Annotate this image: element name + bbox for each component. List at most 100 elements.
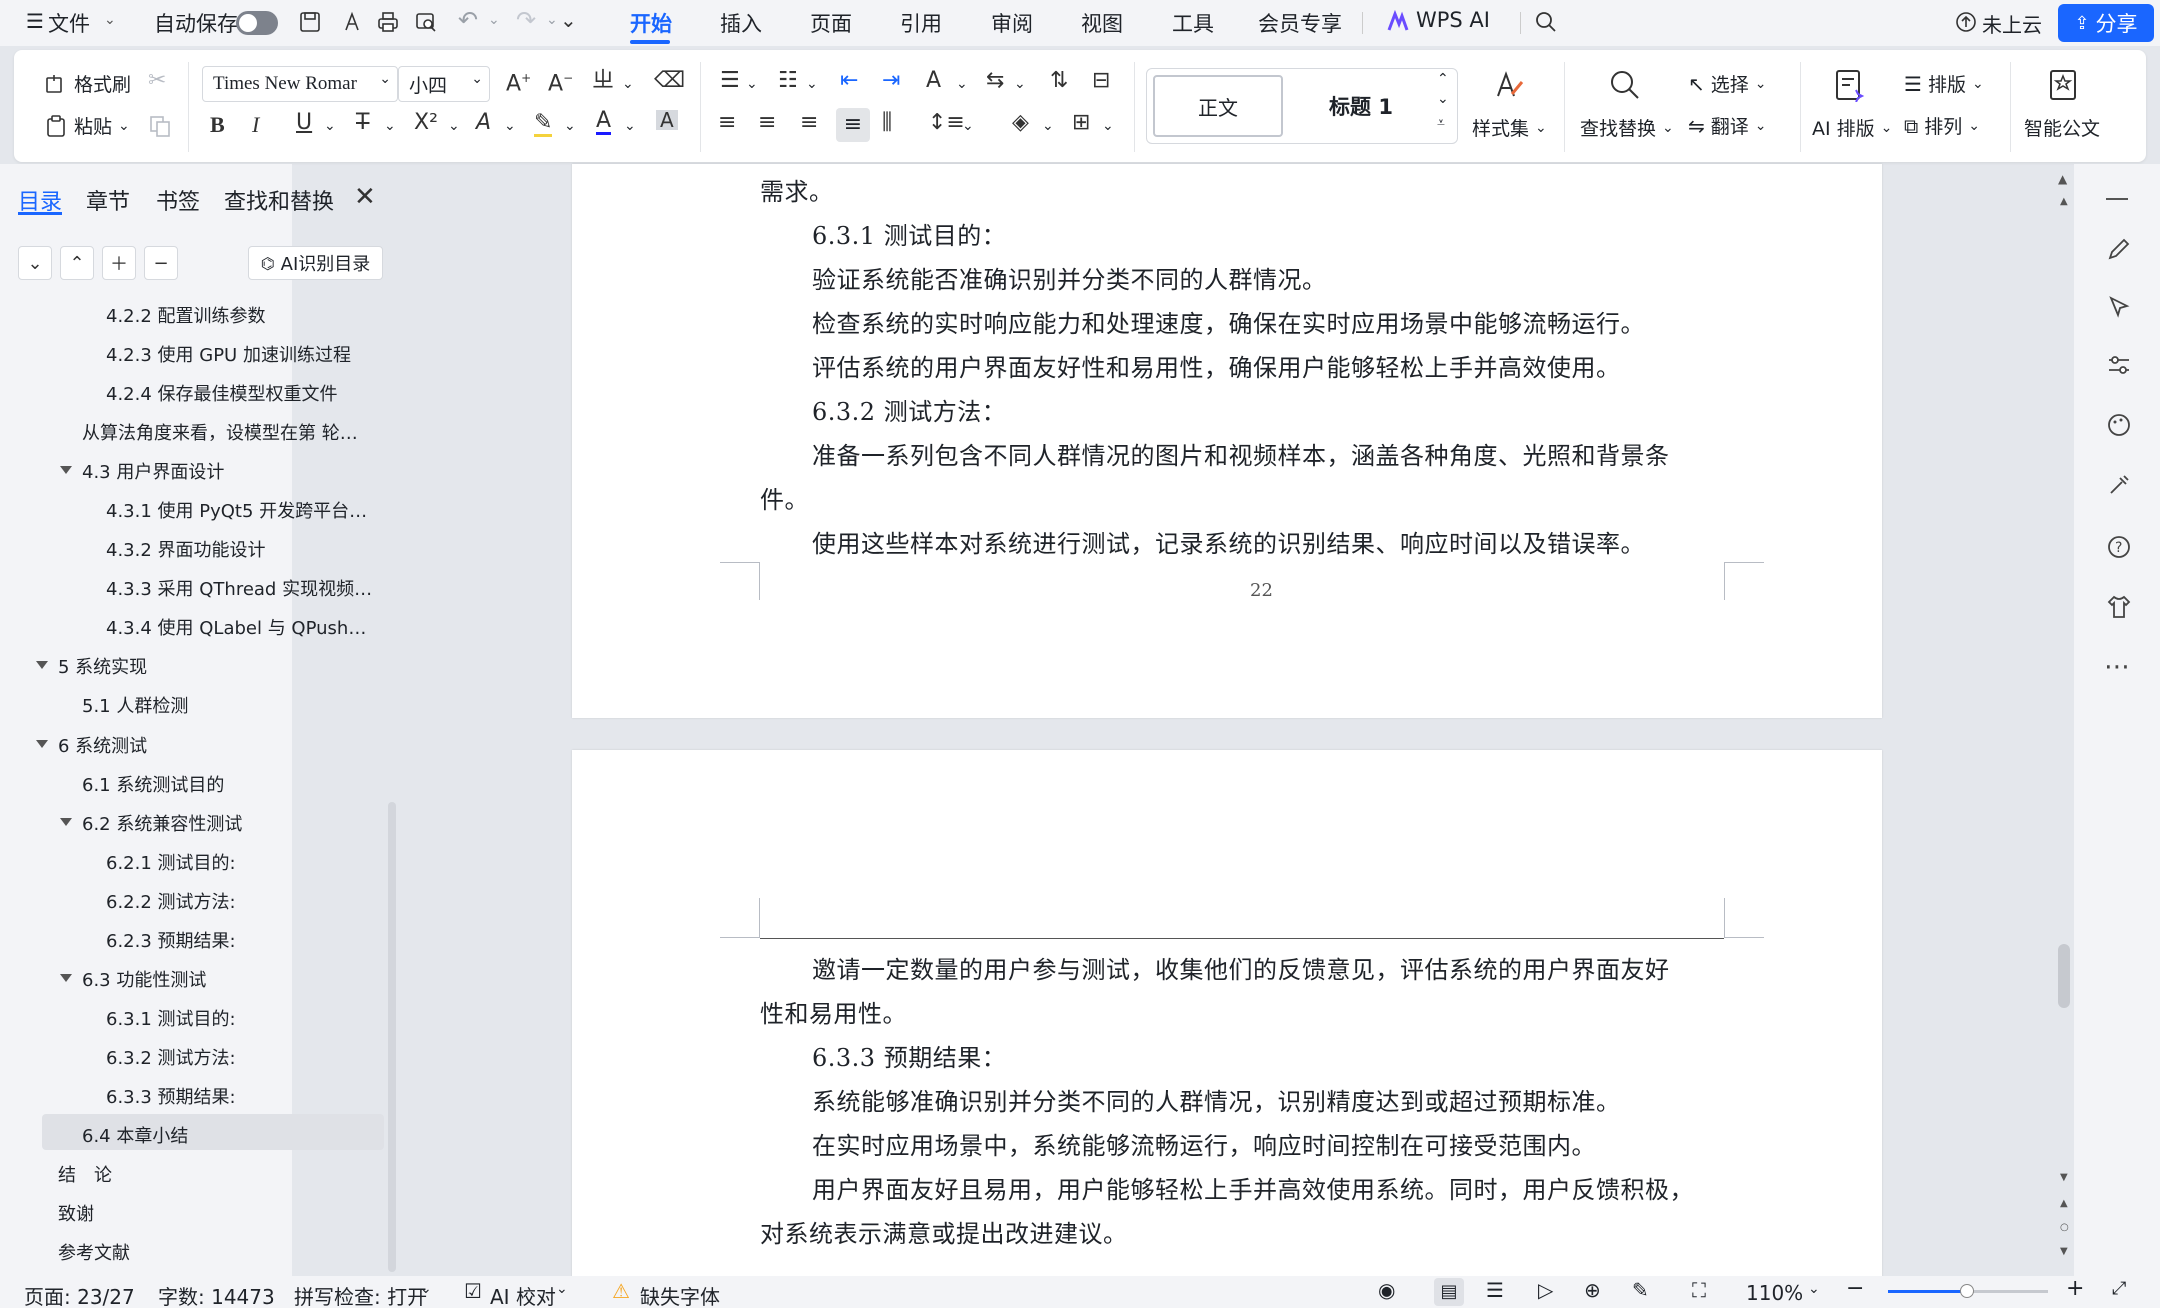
cloud-status[interactable]: 未上云 <box>1982 9 2042 38</box>
text-effect-icon[interactable]: A <box>476 112 491 134</box>
doc-line[interactable]: 件。 <box>760 480 809 515</box>
font-name-select[interactable]: Times New Romar ⌄ <box>202 66 398 102</box>
scroll-up-icon[interactable]: ▲ <box>2058 172 2067 186</box>
browse-object-icon[interactable]: ○ <box>2060 1222 2069 1233</box>
toc-item[interactable]: 4.3.1 使用 PyQt5 开发跨平台… <box>106 497 378 523</box>
zoom-slider-thumb[interactable] <box>1960 1284 1974 1298</box>
expand-triangle-icon[interactable] <box>36 661 48 669</box>
bold-icon[interactable]: B <box>210 114 225 136</box>
toc-item[interactable]: 6.3.1 测试目的: <box>106 1005 378 1031</box>
nav-scrollbar[interactable] <box>388 802 396 1272</box>
tab-home[interactable]: 开始 <box>630 8 672 38</box>
chevron-down-icon[interactable]: ⌄ <box>1014 76 1026 92</box>
style-set-button[interactable]: 样式集 ⌄ <box>1472 114 1547 141</box>
save-icon[interactable] <box>298 10 322 34</box>
toc-item-selected[interactable]: 6.4 本章小结 <box>82 1122 378 1148</box>
doc-line[interactable]: 邀请一定数量的用户参与测试，收集他们的反馈意见，评估系统的用户界面友好 <box>812 950 1670 985</box>
shirt-icon[interactable] <box>2106 594 2132 620</box>
missing-font[interactable]: 缺失字体 <box>640 1281 720 1308</box>
underline-icon[interactable]: U <box>296 112 312 134</box>
justify-icon[interactable]: ≡ <box>836 108 870 142</box>
align-right-icon[interactable]: ≡ <box>800 112 818 134</box>
line-spacing-icon[interactable]: ↕≡ <box>928 112 965 134</box>
chevron-down-icon[interactable]: ⌄ <box>420 1281 432 1297</box>
smart-doc-icon[interactable] <box>2046 68 2080 102</box>
palette-icon[interactable] <box>2106 412 2132 438</box>
toc-item[interactable]: 4.2.4 保存最佳模型权重文件 <box>106 380 376 406</box>
doc-line[interactable]: 使用这些样本对系统进行测试，记录系统的识别结果、响应时间以及错误率。 <box>812 524 1645 559</box>
doc-line[interactable]: 评估系统的用户界面友好性和易用性，确保用户能够轻松上手并高效使用。 <box>812 348 1621 383</box>
ai-toc-button[interactable]: ⌬ AI识别目录 <box>248 246 383 280</box>
toc-item[interactable]: 6.2.3 预期结果: <box>106 927 378 953</box>
highlight-icon[interactable]: ✎ <box>534 112 553 137</box>
toc-item[interactable]: 4.2.3 使用 GPU 加速训练过程 <box>106 341 376 367</box>
toc-item[interactable]: 4.2.2 配置训练参数 <box>106 302 376 328</box>
borders-icon[interactable]: ⊞ <box>1072 112 1090 134</box>
cloud-upload-icon[interactable] <box>1954 10 1978 34</box>
layout-button[interactable]: ☰ 排版 ⌄ <box>1904 70 1984 97</box>
tools-icon[interactable] <box>2106 472 2132 498</box>
close-icon[interactable]: ✕ <box>354 182 376 212</box>
increase-indent-icon[interactable]: ⇥ <box>882 70 900 92</box>
redo-icon[interactable]: ↷ <box>516 6 536 34</box>
tab-view[interactable]: 视图 <box>1081 8 1123 38</box>
toc-item[interactable]: 4.3.3 采用 QThread 实现视频… <box>106 575 378 601</box>
tab-references[interactable]: 引用 <box>900 8 942 38</box>
align-left-icon[interactable]: ≡ <box>718 112 736 134</box>
print-icon[interactable] <box>376 10 400 34</box>
spellcheck-toggle[interactable]: 拼写检查: 打开 <box>294 1281 427 1308</box>
chevron-down-icon[interactable]: ⌄ <box>1437 91 1449 107</box>
toc-item[interactable]: 从算法角度来看，设模型在第 轮… <box>82 419 378 445</box>
show-marks-icon[interactable]: ⊟ <box>1092 70 1110 92</box>
toc-item[interactable]: 6.2.1 测试目的: <box>106 849 378 875</box>
style-normal[interactable]: 正文 <box>1153 75 1283 137</box>
toc-item[interactable]: 6.3.3 预期结果: <box>106 1083 378 1109</box>
menu-icon[interactable]: ☰ <box>26 9 44 33</box>
file-menu[interactable]: 文件 <box>48 8 90 38</box>
toc-item[interactable]: 4.3.2 界面功能设计 <box>106 536 378 562</box>
play-icon[interactable]: ▷ <box>1538 1278 1553 1302</box>
export-pdf-icon[interactable] <box>340 10 364 34</box>
remove-heading-button[interactable]: − <box>144 246 178 280</box>
print-preview-icon[interactable] <box>414 10 438 34</box>
expand-triangle-icon[interactable] <box>60 818 72 826</box>
toc-item[interactable]: 结 论 <box>58 1161 378 1187</box>
shading-icon[interactable]: ◈ <box>1012 112 1029 134</box>
strikethrough-icon[interactable]: T <box>356 112 369 134</box>
doc-line[interactable]: 在实时应用场景中，系统能够流畅运行，响应时间控制在可接受范围内。 <box>812 1126 1596 1161</box>
scroll-down-icon[interactable]: ▼ <box>2060 1172 2068 1183</box>
chevron-down-icon[interactable]: ⌄ <box>488 12 500 28</box>
toc-item[interactable]: 6.1 系统测试目的 <box>82 771 378 797</box>
doc-line[interactable]: 检查系统的实时响应能力和处理速度，确保在实时应用场景中能够流畅运行。 <box>812 304 1645 339</box>
sort-icon[interactable]: ⇅ <box>1050 70 1068 92</box>
toc-item[interactable]: 参考文献 <box>58 1239 378 1265</box>
expand-triangle-icon[interactable] <box>36 740 48 748</box>
settings-sliders-icon[interactable] <box>2106 352 2132 378</box>
more-icon[interactable]: ⋯ <box>2104 652 2130 682</box>
distributed-icon[interactable]: ⫼ <box>882 112 892 134</box>
page-view-icon[interactable]: ▤ <box>1434 1278 1464 1306</box>
chevron-down-icon[interactable]: ⌄ <box>622 76 634 92</box>
doc-line[interactable]: 对系统表示满意或提出改进建议。 <box>760 1214 1128 1249</box>
expand-gallery-icon[interactable]: ⩡ <box>1437 115 1445 131</box>
chevron-down-icon[interactable]: ⌄ <box>104 12 116 28</box>
copy-icon[interactable] <box>148 114 172 138</box>
toc-item[interactable]: 6 系统测试 <box>58 732 378 758</box>
ai-layout-icon[interactable] <box>1832 68 1866 102</box>
zoom-in-icon[interactable]: + <box>2066 1276 2084 1301</box>
paste-button[interactable]: 粘贴 ⌄ <box>44 112 130 139</box>
chinese-layout-icon[interactable]: A <box>926 70 941 92</box>
zoom-out-icon[interactable]: − <box>1846 1276 1864 1301</box>
chevron-down-icon[interactable]: ⌄ <box>1808 1281 1820 1297</box>
doc-heading[interactable]: 6.3.1 测试目的： <box>812 216 1006 251</box>
document-scrollbar[interactable] <box>2058 944 2070 1008</box>
collapse-sidebar-icon[interactable] <box>2106 198 2128 200</box>
translate-button[interactable]: ⇋ 翻译 ⌄ <box>1688 112 1767 139</box>
nav-tab-bookmarks[interactable]: 书签 <box>156 184 200 216</box>
eye-icon[interactable]: ◉ <box>1378 1278 1395 1302</box>
expand-triangle-icon[interactable] <box>60 466 72 474</box>
doc-line[interactable]: 性和易用性。 <box>760 994 907 1029</box>
select-button[interactable]: ↖ 选择 ⌄ <box>1688 70 1767 97</box>
toc-item[interactable]: 4.3.4 使用 QLabel 与 QPush… <box>106 614 378 640</box>
fullscreen-icon[interactable]: ⤢ <box>2112 1278 2126 1299</box>
